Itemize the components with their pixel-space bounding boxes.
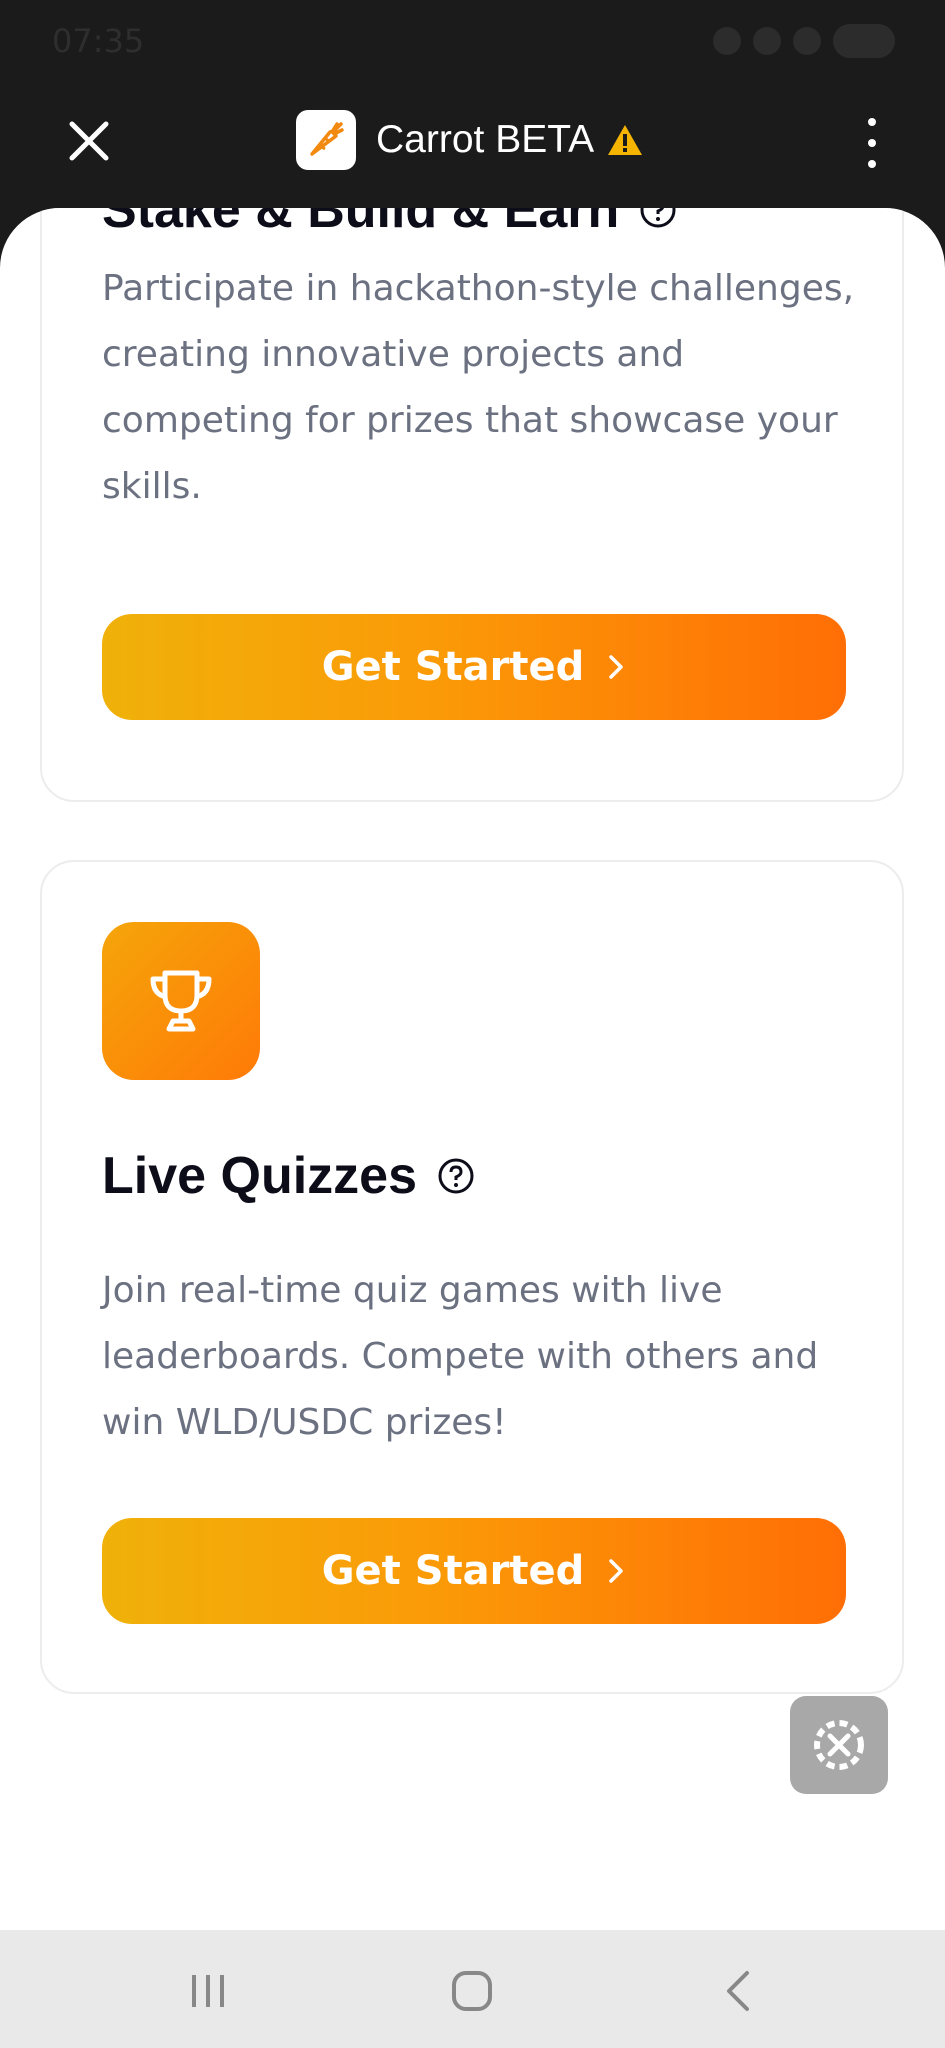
status-icons xyxy=(713,24,895,58)
feature-card-stake-build-earn: Stake & Build & Earn Participate in hack… xyxy=(40,208,904,802)
feature-card-live-quizzes: Live Quizzes Join real-time quiz games w… xyxy=(40,860,904,1694)
status-bar: 07:35 xyxy=(0,0,945,88)
card-title: Stake & Build & Earn xyxy=(102,208,677,240)
signal-icon xyxy=(793,27,821,55)
more-vertical-icon xyxy=(868,118,876,126)
tools-fab-button[interactable] xyxy=(790,1696,888,1794)
battery-icon xyxy=(833,24,895,58)
app-title: Carrot BETA xyxy=(376,118,644,162)
home-icon xyxy=(452,1971,492,2011)
system-nav-bar xyxy=(0,1930,945,2048)
card-description: Participate in hackathon-style challenge… xyxy=(102,268,855,507)
back-icon xyxy=(727,1971,749,2011)
status-time: 07:35 xyxy=(52,22,145,60)
close-button[interactable] xyxy=(64,116,114,166)
button-label: Get Started xyxy=(321,644,585,690)
home-button[interactable] xyxy=(442,1968,502,2014)
feature-icon xyxy=(102,922,260,1080)
button-label: Get Started xyxy=(321,1548,585,1594)
carrot-icon xyxy=(310,122,344,156)
settings-tools-icon xyxy=(814,1720,864,1770)
get-started-button[interactable]: Get Started xyxy=(102,1518,846,1624)
chevron-right-icon xyxy=(609,655,624,679)
close-icon xyxy=(69,121,109,161)
more-options-button[interactable] xyxy=(857,118,887,168)
warning-icon[interactable] xyxy=(606,123,644,157)
help-icon[interactable] xyxy=(639,208,677,229)
card-description: Join real-time quiz games with live lead… xyxy=(102,1270,819,1443)
trophy-icon xyxy=(150,970,212,1032)
app-logo xyxy=(296,110,356,170)
help-icon[interactable] xyxy=(437,1157,475,1195)
main-content[interactable]: Stake & Build & Earn Participate in hack… xyxy=(0,208,945,1930)
app-header: Carrot BETA xyxy=(0,88,945,208)
card-title-text: Live Quizzes xyxy=(102,1147,417,1205)
recent-apps-icon xyxy=(192,1975,224,2007)
recent-apps-button[interactable] xyxy=(178,1968,238,2014)
card-title-text: Stake & Build & Earn xyxy=(102,208,620,239)
mute-icon xyxy=(753,27,781,55)
back-button[interactable] xyxy=(708,1968,768,2014)
card-title: Live Quizzes xyxy=(102,1146,475,1206)
app-name: Carrot BETA xyxy=(376,118,595,161)
chevron-right-icon xyxy=(609,1559,624,1583)
get-started-button[interactable]: Get Started xyxy=(102,614,846,720)
dnd-icon xyxy=(713,27,741,55)
